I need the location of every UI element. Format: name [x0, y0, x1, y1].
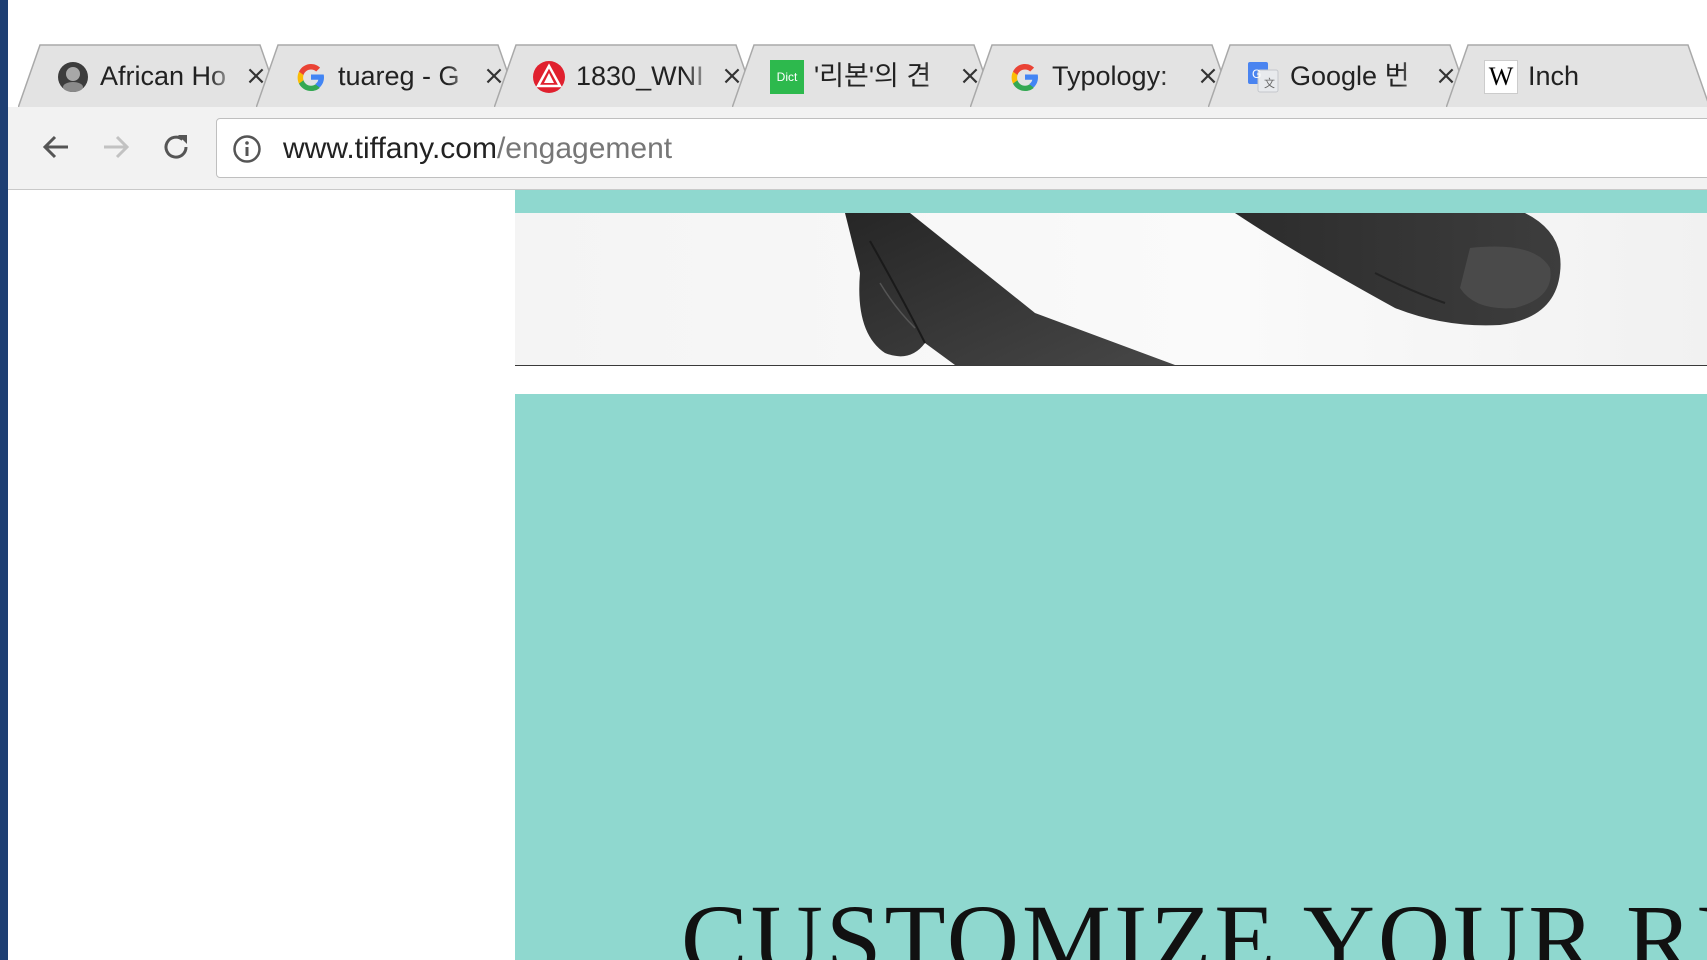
google-translate-icon: G文: [1246, 60, 1280, 94]
customize-heading: CUSTOMIZE YOUR RING: [681, 884, 1707, 960]
svg-text:G: G: [1252, 67, 1261, 81]
red-triangle-icon: [532, 60, 566, 94]
customize-section: CUSTOMIZE YOUR RING: [515, 394, 1707, 960]
address-bar[interactable]: www.tiffany.com/engagement: [216, 118, 1707, 178]
browser-toolbar: www.tiffany.com/engagement: [8, 107, 1707, 190]
url-text[interactable]: www.tiffany.com/engagement: [283, 129, 672, 169]
tab-wikipedia[interactable]: W Inch: [1446, 44, 1707, 108]
page-content: CUSTOMIZE YOUR RING: [8, 190, 1707, 960]
tab-title: Google 번: [1290, 61, 1410, 91]
globe-face-icon: [56, 60, 90, 94]
tab-strip: African Ho × tuareg - G × 1830_WNI × Dic…: [8, 0, 1707, 108]
google-icon: [1008, 60, 1042, 94]
google-icon: [294, 60, 328, 94]
tab-title: Inch: [1528, 61, 1580, 91]
tab-tuareg[interactable]: tuareg - G ×: [256, 44, 520, 108]
tab-title: 1830_WNI: [576, 61, 704, 91]
teal-banner-strip: [515, 190, 1707, 213]
tab-1830[interactable]: 1830_WNI ×: [494, 44, 758, 108]
hands-photo-graphic: [845, 213, 1561, 365]
info-icon[interactable]: [231, 133, 263, 165]
dict-icon-label: Dict: [770, 60, 804, 94]
tab-title: African Ho: [100, 61, 227, 91]
browser-window: African Ho × tuareg - G × 1830_WNI × Dic…: [8, 0, 1707, 960]
url-path: /engagement: [496, 132, 673, 165]
tab-title: tuareg - G: [338, 61, 460, 91]
wikipedia-icon-label: W: [1484, 60, 1518, 94]
tab-title: '리본'의 견: [814, 61, 932, 91]
hero-photo: [515, 213, 1707, 366]
forward-arrow-icon[interactable]: [94, 125, 138, 169]
tab-typology[interactable]: Typology: ×: [970, 44, 1234, 108]
dict-icon: Dict: [770, 60, 804, 94]
tab-dict[interactable]: Dict '리본'의 견 ×: [732, 44, 996, 108]
tab-google-translate[interactable]: G文 Google 번 ×: [1208, 44, 1472, 108]
reload-icon[interactable]: [154, 125, 198, 169]
tab-african[interactable]: African Ho ×: [18, 44, 282, 108]
back-arrow-icon[interactable]: [34, 125, 78, 169]
svg-text:文: 文: [1264, 76, 1275, 90]
wikipedia-icon: W: [1484, 60, 1518, 94]
url-host: www.tiffany.com: [283, 132, 497, 165]
tab-title: Typology:: [1052, 61, 1168, 91]
